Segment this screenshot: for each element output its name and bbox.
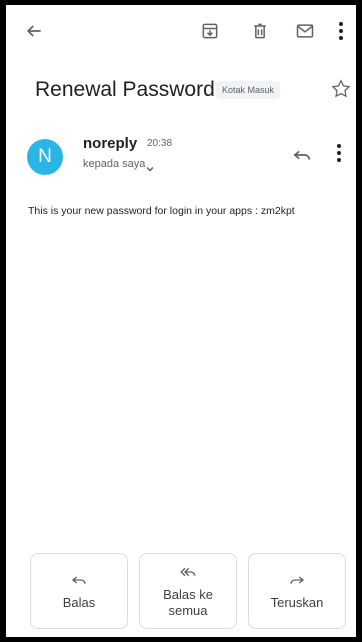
forward-label: Teruskan xyxy=(270,595,324,610)
star-icon[interactable] xyxy=(330,78,354,102)
forward-button[interactable]: Teruskan xyxy=(248,553,346,629)
chevron-down-icon[interactable] xyxy=(145,161,155,172)
reply-icon xyxy=(71,576,86,584)
reply-icon[interactable] xyxy=(291,144,313,166)
reply-all-button[interactable]: Balas ke semua xyxy=(139,553,237,629)
sender-row: N noreply 20:38 kepada saya xyxy=(6,133,356,183)
archive-icon[interactable] xyxy=(198,19,222,43)
top-toolbar xyxy=(6,5,356,57)
reply-actions: Balas Balas ke semua Teruskan xyxy=(30,553,350,629)
reply-label: Balas xyxy=(62,595,96,610)
back-arrow-icon[interactable] xyxy=(22,19,46,43)
sender-name: noreply xyxy=(83,135,138,152)
more-vert-icon[interactable] xyxy=(336,143,350,167)
reply-all-icon xyxy=(180,567,196,577)
email-body: This is your new password for login in y… xyxy=(28,205,295,217)
forward-icon xyxy=(290,576,305,584)
mark-unread-icon[interactable] xyxy=(293,19,317,43)
reply-button[interactable]: Balas xyxy=(30,553,128,629)
sent-time: 20:38 xyxy=(147,138,173,149)
subject-row: Renewal Password Kotak Masuk xyxy=(35,75,356,105)
email-screen: Renewal Password Kotak Masuk N noreply 2… xyxy=(6,5,356,637)
inbox-label-chip[interactable]: Kotak Masuk xyxy=(216,81,281,99)
more-vert-icon[interactable] xyxy=(333,19,349,43)
email-subject: Renewal Password xyxy=(35,78,215,101)
reply-all-label: Balas ke semua xyxy=(163,587,213,618)
sender-avatar[interactable]: N xyxy=(27,139,63,175)
delete-icon[interactable] xyxy=(248,19,272,43)
recipient-details[interactable]: kepada saya xyxy=(83,158,145,170)
